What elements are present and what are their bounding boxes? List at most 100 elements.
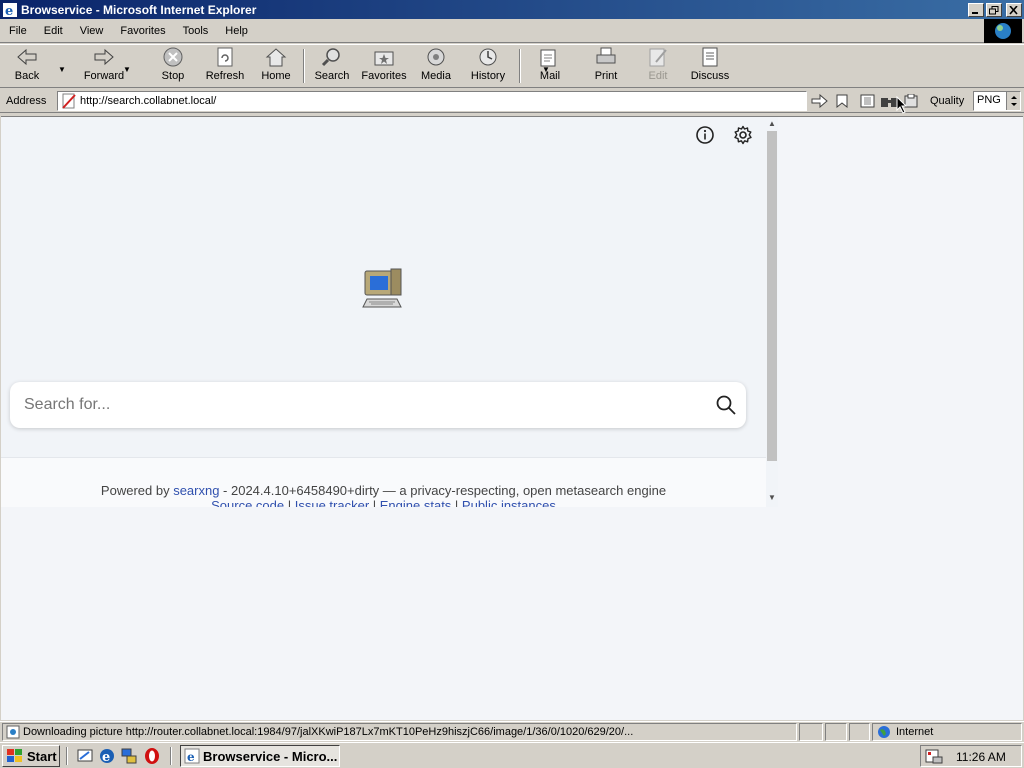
discuss-button[interactable]: Discuss <box>684 45 736 87</box>
search-input[interactable] <box>10 396 706 414</box>
svg-text:e: e <box>102 750 110 765</box>
globe-icon <box>995 23 1011 39</box>
bookmark-icon[interactable] <box>836 94 848 108</box>
info-icon[interactable] <box>695 125 715 145</box>
clock[interactable]: 11:26 AM <box>956 750 1006 764</box>
status-pane <box>825 723 847 741</box>
quality-select[interactable]: PNG <box>973 91 1021 111</box>
page-footer: Powered by searxng - 2024.4.10+6458490+d… <box>1 457 766 507</box>
menu-view[interactable]: View <box>71 25 112 37</box>
ie-icon: e <box>184 748 200 764</box>
menu-tools[interactable]: Tools <box>174 25 217 37</box>
internet-explorer-icon[interactable]: e <box>98 747 116 765</box>
home-icon <box>265 48 287 67</box>
address-label: Address <box>6 94 47 107</box>
broken-page-icon <box>62 93 76 109</box>
go-arrow-icon[interactable] <box>811 94 829 108</box>
close-button[interactable] <box>1006 2 1022 17</box>
taskbar-divider <box>170 747 172 765</box>
edit-page-icon <box>649 48 667 67</box>
search-box <box>10 382 746 428</box>
menu-bar: File Edit View Favorites Tools Help <box>0 19 1024 43</box>
footer-line: Powered by searxng - 2024.4.10+6458490+d… <box>100 483 667 498</box>
menu-help[interactable]: Help <box>216 25 256 37</box>
favorites-button[interactable]: Favorites <box>356 45 412 87</box>
title-bar[interactable]: e Browservice - Microsoft Internet Explo… <box>0 0 1024 19</box>
edit-button[interactable]: Edit <box>632 45 684 87</box>
computer-logo-icon <box>362 268 402 308</box>
standard-toolbar: Back ▼ Forward ▼ Stop Refresh Home Searc… <box>0 44 1024 88</box>
browser-window: e Browservice - Microsoft Internet Explo… <box>0 0 1024 742</box>
mouse-cursor-icon <box>896 96 908 114</box>
source-code-link[interactable]: Source code <box>211 498 284 507</box>
status-pane <box>799 723 823 741</box>
engine-stats-link[interactable]: Engine stats <box>380 498 452 507</box>
status-message: Downloading picture http://router.collab… <box>2 723 797 741</box>
toolbar-separator <box>303 49 305 83</box>
security-zone: Internet <box>872 723 1022 741</box>
quality-label: Quality <box>930 95 965 107</box>
mail-dropdown-icon[interactable]: ▼ <box>542 65 550 74</box>
search-button[interactable]: Search <box>308 45 356 87</box>
windows-logo-icon <box>7 749 22 762</box>
magnifier-icon <box>716 395 736 415</box>
spinner-arrows-icon <box>1011 96 1017 106</box>
scroll-thumb[interactable] <box>767 131 777 461</box>
taskbar-divider <box>66 747 68 765</box>
svg-text:e: e <box>187 750 195 764</box>
taskbar-window-button[interactable]: e Browservice - Micro... <box>180 745 340 767</box>
scroll-up-icon[interactable]: ▲ <box>768 119 776 128</box>
system-tray: 11:26 AM <box>920 745 1022 767</box>
quality-spinner[interactable] <box>1006 92 1020 110</box>
address-input[interactable]: http://search.collabnet.local/ <box>57 91 807 111</box>
discuss-icon <box>702 47 718 67</box>
status-pane <box>849 723 870 741</box>
toolbar-separator <box>519 49 521 83</box>
show-desktop-icon[interactable] <box>76 747 94 765</box>
taskbar: Start e e Browservice - Micro... 11:26 A… <box>0 742 1024 768</box>
menu-edit[interactable]: Edit <box>35 25 71 37</box>
forward-arrow-icon <box>94 48 114 66</box>
printer-icon <box>596 47 616 64</box>
address-url: http://search.collabnet.local/ <box>80 95 217 107</box>
refresh-icon <box>217 47 233 67</box>
back-button[interactable]: Back <box>0 45 54 87</box>
back-arrow-icon <box>17 48 37 66</box>
search-submit-button[interactable] <box>706 385 746 425</box>
mail-button[interactable]: Mail <box>524 45 576 87</box>
page-loading-icon <box>6 725 20 739</box>
internet-globe-icon <box>878 726 890 738</box>
page-scrollbar[interactable]: ▲ ▼ <box>766 117 778 507</box>
issue-tracker-link[interactable]: Issue tracker <box>295 498 369 507</box>
opera-icon[interactable] <box>143 747 161 765</box>
searxng-link[interactable]: searxng <box>173 483 219 498</box>
windows-logo-throbber <box>984 19 1022 43</box>
scroll-down-icon[interactable]: ▼ <box>768 493 776 502</box>
web-content: Powered by searxng - 2024.4.10+6458490+d… <box>1 116 1023 720</box>
history-icon <box>479 48 497 66</box>
stop-button[interactable]: Stop <box>148 45 198 87</box>
menu-favorites[interactable]: Favorites <box>111 25 173 37</box>
scheduler-icon[interactable] <box>925 748 943 764</box>
window-title: Browservice - Microsoft Internet Explore… <box>21 2 257 17</box>
history-button[interactable]: History <box>460 45 516 87</box>
start-button[interactable]: Start <box>2 745 60 767</box>
open-page-icon[interactable] <box>860 94 876 108</box>
restore-button[interactable] <box>986 2 1002 17</box>
media-button[interactable]: Media <box>412 45 460 87</box>
favorites-folder-icon <box>374 51 394 66</box>
back-dropdown-icon[interactable]: ▼ <box>58 65 66 74</box>
settings-gear-icon[interactable] <box>733 125 753 145</box>
status-bar: Downloading picture http://router.collab… <box>0 721 1024 741</box>
refresh-button[interactable]: Refresh <box>198 45 252 87</box>
menu-file[interactable]: File <box>0 25 35 37</box>
home-button[interactable]: Home <box>252 45 300 87</box>
footer-links: Source code | Issue tracker | Engine sta… <box>1 498 766 507</box>
forward-dropdown-icon[interactable]: ▼ <box>123 65 131 74</box>
network-icon[interactable] <box>120 747 138 765</box>
media-icon <box>427 48 445 66</box>
print-button[interactable]: Print <box>580 45 632 87</box>
public-instances-link[interactable]: Public instances <box>462 498 556 507</box>
minimize-button[interactable] <box>968 2 984 17</box>
stop-icon <box>163 47 183 67</box>
